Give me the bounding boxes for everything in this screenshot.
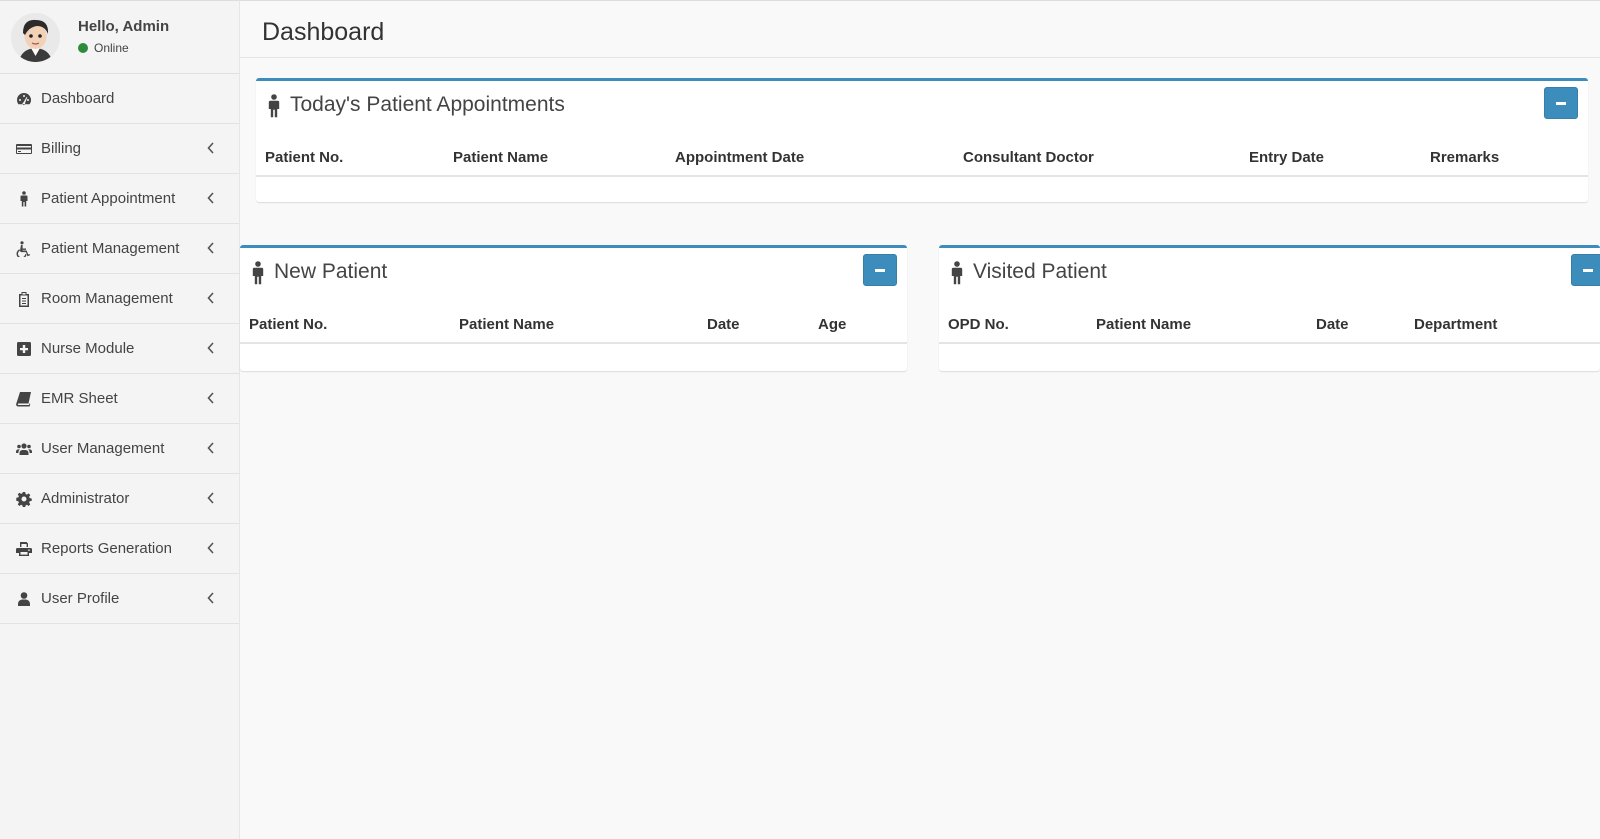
sidebar-item-label: Billing	[41, 140, 82, 157]
column-header[interactable]: Entry Date	[1249, 149, 1324, 166]
visited-patient-title: Visited Patient	[973, 260, 1107, 283]
column-header[interactable]: Age	[818, 316, 846, 333]
clipboard-icon	[15, 290, 33, 308]
chevron-left-icon	[207, 391, 217, 404]
chevron-left-icon	[207, 341, 217, 354]
new-patient-box-header: New Patient	[240, 248, 907, 300]
column-header[interactable]: OPD No.	[948, 316, 1009, 333]
sidebar-item-room-management[interactable]: Room Management	[0, 274, 239, 324]
sidebar-item-label: Patient Appointment	[41, 190, 176, 207]
column-header[interactable]: Date	[707, 316, 740, 333]
page-title: Dashboard	[262, 18, 385, 46]
sidebar-item-label: Nurse Module	[41, 340, 135, 357]
new-patient-title: New Patient	[274, 260, 388, 283]
minus-icon	[875, 268, 885, 272]
column-header[interactable]: Patient Name	[1096, 316, 1191, 333]
appointments-title: Today's Patient Appointments	[290, 93, 565, 116]
sidebar-item-reports-generation[interactable]: Reports Generation	[0, 524, 239, 574]
sidebar-item-label: Room Management	[41, 290, 173, 307]
chevron-left-icon	[207, 591, 217, 604]
column-header[interactable]: Department	[1414, 316, 1497, 333]
appointments-box-header: Today's Patient Appointments	[256, 81, 1588, 133]
column-header[interactable]: Consultant Doctor	[963, 149, 1094, 166]
male-icon	[266, 94, 282, 118]
minus-icon	[1556, 101, 1566, 105]
male-icon	[250, 261, 266, 285]
avatar	[11, 12, 60, 62]
users-icon	[15, 440, 33, 458]
appointments-table-header: Patient No. Patient Name Appointment Dat…	[256, 133, 1588, 177]
main-content: Dashboard Today's Patient Appointments P…	[240, 0, 1600, 839]
sidebar-item-user-management[interactable]: User Management	[0, 424, 239, 474]
sidebar-item-label: Dashboard	[41, 90, 115, 107]
sidebar-item-billing[interactable]: Billing	[0, 124, 239, 174]
chevron-left-icon	[207, 541, 217, 554]
sidebar-item-dashboard[interactable]: Dashboard	[0, 74, 239, 124]
chevron-left-icon	[207, 291, 217, 304]
chevron-left-icon	[207, 141, 217, 154]
sidebar-item-label: User Management	[41, 440, 165, 457]
dashboard-icon	[15, 90, 33, 108]
new-patient-table-body	[240, 344, 907, 366]
column-header[interactable]: Rremarks	[1430, 149, 1499, 166]
new-patient-box: New Patient Patient No. Patient Name Dat…	[240, 245, 907, 371]
male-icon	[15, 190, 33, 208]
print-icon	[15, 540, 33, 558]
minus-icon	[1583, 268, 1593, 272]
new-patient-table-header: Patient No. Patient Name Date Age	[240, 300, 907, 344]
visited-patient-box-header: Visited Patient	[939, 248, 1600, 300]
visited-patient-table-header: OPD No. Patient Name Date Department	[939, 300, 1600, 344]
sidebar-item-label: Administrator	[41, 490, 130, 507]
chevron-left-icon	[207, 491, 217, 504]
column-header[interactable]: Patient No.	[265, 149, 343, 166]
chevron-left-icon	[207, 241, 217, 254]
gear-icon	[15, 490, 33, 508]
user-greeting: Hello, Admin	[78, 17, 170, 35]
appointments-table-body	[256, 177, 1588, 199]
sidebar-item-administrator[interactable]: Administrator	[0, 474, 239, 524]
collapse-button[interactable]	[863, 254, 897, 286]
chevron-left-icon	[207, 441, 217, 454]
wheelchair-icon	[15, 240, 33, 258]
column-header[interactable]: Patient Name	[453, 149, 548, 166]
content-header: Dashboard	[240, 1, 1600, 58]
column-header[interactable]: Patient No.	[249, 316, 327, 333]
collapse-button[interactable]	[1571, 254, 1600, 286]
book-icon	[15, 390, 33, 408]
collapse-button[interactable]	[1544, 87, 1578, 119]
plus-square-icon	[15, 340, 33, 358]
sidebar-item-patient-management[interactable]: Patient Management	[0, 224, 239, 274]
sidebar-item-emr-sheet[interactable]: EMR Sheet	[0, 374, 239, 424]
user-panel: Hello, Admin Online	[0, 1, 239, 74]
user-status: Online	[78, 41, 169, 55]
sidebar-menu: Dashboard Billing Patient Appointment Pa…	[0, 74, 239, 624]
sidebar-item-label: Patient Management	[41, 240, 180, 257]
online-status-icon	[78, 42, 88, 53]
chevron-left-icon	[207, 191, 217, 204]
sidebar-item-nurse-module[interactable]: Nurse Module	[0, 324, 239, 374]
user-icon	[15, 590, 33, 608]
male-icon	[949, 261, 965, 285]
sidebar-item-label: EMR Sheet	[41, 390, 118, 407]
sidebar-item-label: Reports Generation	[41, 540, 172, 557]
visited-patient-box: Visited Patient OPD No. Patient Name Dat…	[939, 245, 1600, 371]
sidebar-item-label: User Profile	[41, 590, 120, 607]
sidebar-item-user-profile[interactable]: User Profile	[0, 574, 239, 624]
credit-card-icon	[15, 140, 33, 158]
column-header[interactable]: Date	[1316, 316, 1349, 333]
appointments-box: Today's Patient Appointments Patient No.…	[256, 78, 1588, 202]
column-header[interactable]: Appointment Date	[675, 149, 804, 166]
sidebar: Hello, Admin Online Dashboard Billing Pa…	[0, 0, 240, 839]
visited-patient-table-body	[939, 344, 1600, 366]
user-status-label: Online	[94, 40, 129, 55]
column-header[interactable]: Patient Name	[459, 316, 554, 333]
sidebar-item-patient-appointment[interactable]: Patient Appointment	[0, 174, 239, 224]
